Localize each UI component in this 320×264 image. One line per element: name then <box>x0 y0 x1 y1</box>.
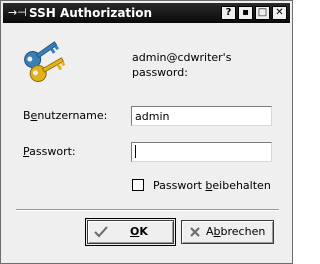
window-menu-icon[interactable]: →⊣ <box>8 7 27 18</box>
help-button[interactable]: ? <box>221 6 236 20</box>
prompt-line-2: password: <box>132 66 188 79</box>
prompt-line-1: admin@cdwriter's <box>132 51 232 64</box>
username-value: admin <box>135 110 170 123</box>
username-label: Benutzername: <box>23 109 108 122</box>
password-field[interactable] <box>131 142 272 162</box>
username-field[interactable]: admin <box>131 106 272 126</box>
separator <box>16 209 279 211</box>
remember-password-label[interactable]: Passwort beibehalten <box>153 179 271 192</box>
title-bar[interactable]: →⊣ SSH Authorization ? ▪ □ ✕ <box>3 3 290 23</box>
cancel-button[interactable]: Abbrechen <box>181 220 274 244</box>
ssh-authorization-dialog: →⊣ SSH Authorization ? ▪ □ ✕ admin@cdwri… <box>0 0 293 264</box>
checkmark-icon <box>94 226 108 238</box>
window-title: SSH Authorization <box>29 6 153 20</box>
cancel-button-label: Abbrechen <box>206 225 266 238</box>
password-prompt: admin@cdwriter's password: <box>132 50 282 80</box>
keys-icon <box>24 41 66 82</box>
maximize-button[interactable]: □ <box>255 6 270 20</box>
password-label: Passwort: <box>23 145 76 158</box>
ok-button-label: OK <box>130 225 148 238</box>
text-caret <box>135 145 136 158</box>
minimize-button[interactable]: ▪ <box>238 6 253 20</box>
cancel-x-icon <box>190 227 200 237</box>
ok-button[interactable]: OK <box>85 218 176 246</box>
remember-password-checkbox[interactable] <box>132 179 144 191</box>
close-button[interactable]: ✕ <box>272 6 287 20</box>
